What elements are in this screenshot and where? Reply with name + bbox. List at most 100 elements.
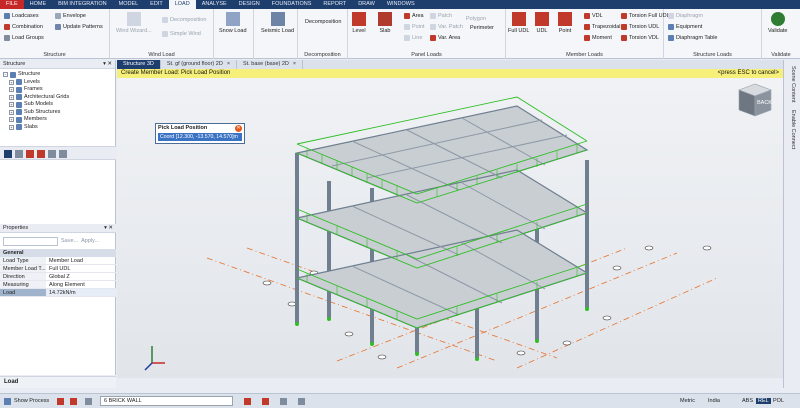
var-area-button[interactable]: Var. Area: [430, 35, 460, 41]
properties-selector[interactable]: [3, 236, 58, 246]
wall-type-selector[interactable]: 6 BRICK WALL: [100, 396, 233, 406]
structure-view-icon[interactable]: [4, 150, 12, 158]
menu-analyse[interactable]: ANALYSE: [196, 0, 233, 9]
menu-windows[interactable]: WINDOWS: [381, 0, 421, 9]
menu-file[interactable]: FILE: [0, 0, 24, 9]
level-button[interactable]: Level: [352, 12, 366, 34]
menu-report[interactable]: REPORT: [317, 0, 352, 9]
prop-row-direction[interactable]: Direction Global Z: [0, 273, 116, 281]
filter-icon[interactable]: [59, 150, 67, 158]
full-udl-button[interactable]: Full UDL: [508, 12, 529, 34]
area-button[interactable]: Area: [404, 13, 424, 19]
frame-view-icon[interactable]: [48, 150, 56, 158]
tab-base-2d[interactable]: St. base (base) 2D ×: [237, 60, 304, 69]
navigation-cube[interactable]: BACK: [731, 80, 776, 118]
units-selector[interactable]: Metric: [680, 398, 695, 404]
load-view-icon[interactable]: [37, 150, 45, 158]
prop-row-measuring[interactable]: Measuring Along Element: [0, 281, 116, 289]
vdl-button[interactable]: VDL: [584, 13, 603, 19]
scene-content-tab[interactable]: Scene Content: [790, 66, 796, 102]
general-header: General: [0, 249, 116, 257]
globe-icon[interactable]: [15, 150, 23, 158]
decomposition-button[interactable]: Decomposition: [305, 19, 341, 25]
tree-item-sub-models[interactable]: + Sub Models: [3, 101, 112, 109]
save-button[interactable]: Save...: [61, 238, 78, 244]
close-icon[interactable]: ✕: [235, 125, 242, 132]
tool-icon[interactable]: [298, 398, 305, 405]
menu-model[interactable]: MODEL: [113, 0, 145, 9]
prop-row-load-type[interactable]: Load Type Member Load: [0, 257, 116, 265]
validate-button[interactable]: Validate: [768, 12, 787, 34]
polygon-button[interactable]: Polygon: [466, 16, 486, 22]
update-patterns-button[interactable]: Update Patterns: [55, 24, 103, 30]
pin-icon[interactable]: ▾ ✕: [103, 61, 112, 67]
layers-icon[interactable]: [26, 150, 34, 158]
wind-decomposition-button[interactable]: Decomposition: [162, 17, 206, 23]
trapezoidal-button[interactable]: Trapezoidal: [584, 24, 621, 30]
filter-icon[interactable]: [85, 398, 92, 405]
show-process-button[interactable]: Show Process: [14, 398, 49, 404]
prop-row-load[interactable]: Load 14.72kN/m: [0, 289, 116, 297]
udl-button[interactable]: UDL: [535, 12, 549, 34]
tool-icon[interactable]: [280, 398, 287, 405]
tree-item-slabs[interactable]: + Slabs: [3, 124, 112, 132]
apply-button[interactable]: Apply...: [81, 238, 99, 244]
wind-wizard-button[interactable]: Wind Wizard...: [116, 12, 152, 34]
patch-button[interactable]: Patch: [430, 13, 452, 19]
menu-draw[interactable]: DRAW: [352, 0, 381, 9]
load-groups-button[interactable]: Load Groups: [4, 35, 44, 41]
tree-item-levels[interactable]: + Levels: [3, 79, 112, 87]
close-icon[interactable]: ×: [293, 61, 296, 68]
enable-connect-tab[interactable]: Enable Connect: [790, 110, 796, 149]
properties-close-icon[interactable]: ▾ ✕: [104, 225, 113, 231]
diaphragm-button[interactable]: Diaphragm: [668, 13, 703, 19]
coordinate-input[interactable]: Coord [12.300, -13.570, 14.570]m: [158, 133, 242, 141]
properties-toolbar: Save... Apply...: [0, 233, 116, 249]
torsion-udl-button[interactable]: Torsion UDL: [621, 24, 659, 30]
menu-design[interactable]: DESIGN: [233, 0, 266, 9]
menu-home[interactable]: HOME: [24, 0, 53, 9]
loadcases-button[interactable]: Loadcases: [4, 13, 39, 19]
menu-bim[interactable]: BIM INTEGRATION: [52, 0, 112, 9]
tool-icon[interactable]: [244, 398, 251, 405]
load-snap-icon[interactable]: [70, 398, 77, 405]
panel-toolbar: [0, 146, 116, 160]
torsion-udl-icon: [621, 24, 627, 30]
slab-button[interactable]: Slab: [378, 12, 392, 34]
tree-item-members[interactable]: + Members: [3, 116, 112, 124]
diaphragm-table-button[interactable]: Diaphragm Table: [668, 35, 717, 41]
tool-icon[interactable]: [262, 398, 269, 405]
prop-row-member-load-type[interactable]: Member Load T... Full UDL: [0, 265, 116, 273]
tree-item-structure[interactable]: − Structure: [3, 71, 112, 79]
seismic-load-button[interactable]: Seismic Load: [261, 12, 294, 34]
tab-ground-floor-2d[interactable]: St. gf (ground floor) 2D ×: [161, 60, 238, 69]
sub-models-icon: [16, 101, 22, 108]
point-member-button[interactable]: Point: [558, 12, 572, 34]
torsion-vdl-button[interactable]: Torsion VDL: [621, 35, 659, 41]
tree-item-sub-structures[interactable]: + Sub Structures: [3, 109, 112, 117]
line-button[interactable]: Line: [404, 35, 422, 41]
region-selector[interactable]: India: [708, 398, 720, 404]
envelope-button[interactable]: Envelope: [55, 13, 86, 19]
var-patch-button[interactable]: Var. Patch: [430, 24, 463, 30]
torsion-full-udl-button[interactable]: Torsion Full UDL: [621, 13, 670, 19]
menu-bar: FILE HOME BIM INTEGRATION MODEL EDIT LOA…: [0, 0, 800, 9]
tree-item-architectural-grids[interactable]: + Architectural Grids: [3, 94, 112, 102]
pol-button[interactable]: POL: [773, 398, 784, 404]
equipment-button[interactable]: Equipment: [668, 24, 702, 30]
tree-item-frames[interactable]: + Frames: [3, 86, 112, 94]
snow-load-button[interactable]: Snow Load: [219, 12, 247, 34]
menu-load[interactable]: LOAD: [168, 0, 196, 9]
point-panel-button[interactable]: Point: [404, 24, 425, 30]
rel-button[interactable]: REL: [756, 398, 771, 404]
simple-wind-button[interactable]: Simple Wind: [162, 31, 201, 37]
snap-icon[interactable]: [57, 398, 64, 405]
tab-structure-3d[interactable]: Structure 3D: [117, 60, 161, 69]
moment-button[interactable]: Moment: [584, 35, 612, 41]
menu-edit[interactable]: EDIT: [144, 0, 169, 9]
perimeter-button[interactable]: Perimeter: [470, 25, 494, 31]
combination-button[interactable]: Combination: [4, 24, 43, 30]
menu-foundations[interactable]: FOUNDATIONS: [266, 0, 318, 9]
close-icon[interactable]: ×: [227, 61, 230, 68]
abs-button[interactable]: ABS: [742, 398, 753, 404]
